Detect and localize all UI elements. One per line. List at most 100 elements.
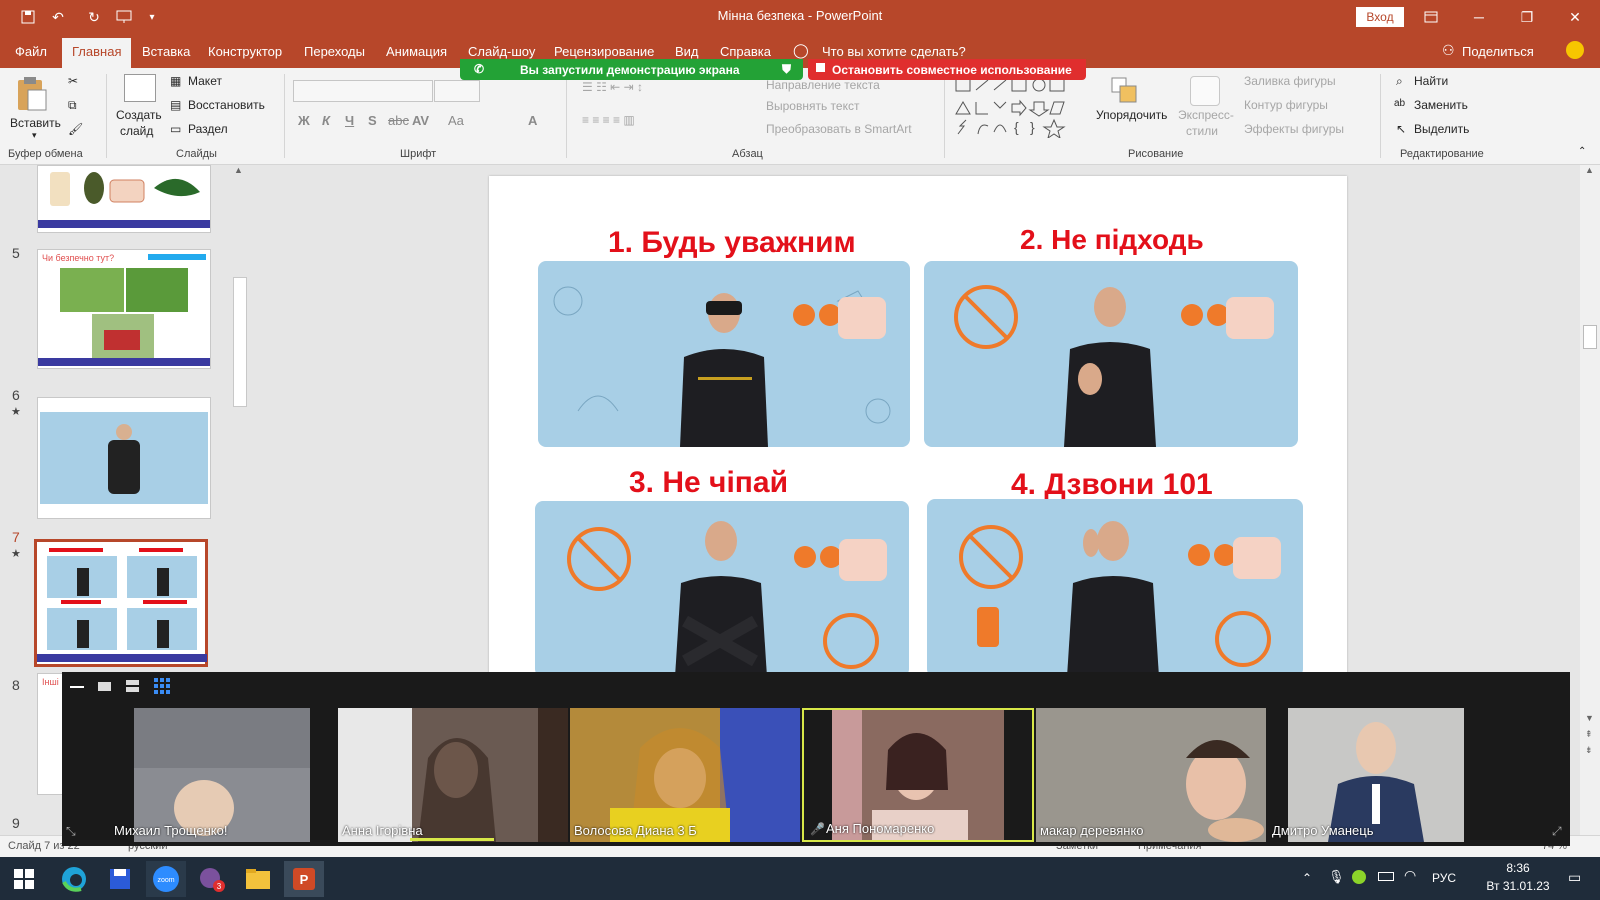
layout-button[interactable]: Макет [188,74,222,88]
italic-icon[interactable]: К [322,113,330,128]
participant-video[interactable]: Волосова Диана 3 Б [570,708,800,842]
stop-sharing-button[interactable]: Остановить совместное использование [808,59,1086,80]
font-color-icon[interactable]: A [528,113,537,128]
share-button[interactable]: Поделиться [1462,44,1534,59]
bullets-icon[interactable]: ☰ ☷ ⇤ ⇥ ↕ [582,80,643,94]
slide-thumbnail-5[interactable]: Чи безпечно тут? [37,249,211,369]
text-direction-button[interactable]: Направление текста [766,78,880,92]
find-button[interactable]: Найти [1414,74,1448,88]
shadow-icon[interactable]: S [368,113,377,128]
scroll-thumb[interactable] [1583,325,1597,349]
shape-fill-button[interactable]: Заливка фигуры [1244,74,1336,88]
single-view-icon[interactable] [98,682,111,691]
tab-transitions[interactable]: Переходы [304,44,365,59]
close-icon[interactable]: ✕ [1552,0,1598,34]
screen-share-banner[interactable]: ✆ Вы запустили демонстрацию экрана ⛊ [460,59,803,80]
tab-review[interactable]: Рецензирование [554,44,654,59]
clock-date[interactable]: Вт 31.01.23 [1468,879,1568,893]
slide-thumbnail-7-selected[interactable] [34,539,208,667]
align-text-button[interactable]: Выровнять текст [766,99,859,113]
shape-outline-button[interactable]: Контур фигуры [1244,98,1328,112]
tab-insert[interactable]: Вставка [142,44,190,59]
next-slide-icon[interactable]: ⇟ [1585,745,1593,756]
tab-home[interactable]: Главная [62,38,132,68]
slide-thumbnail-6[interactable] [37,397,211,519]
restore-icon[interactable]: ❐ [1504,0,1550,34]
tell-me-input[interactable]: Что вы хотите сделать? [822,44,966,59]
smartart-button[interactable]: Преобразовать в SmartArt [766,122,912,136]
tab-slideshow[interactable]: Слайд-шоу [468,44,535,59]
scroll-up-icon[interactable]: ▲ [1585,165,1594,175]
viber-app-icon[interactable]: 3 [192,861,232,897]
scroll-down-icon[interactable]: ▼ [1585,713,1594,723]
char-spacing-icon[interactable]: AV [412,113,429,128]
ribbon-display-icon[interactable] [1408,0,1454,34]
save-app-icon[interactable] [100,861,140,897]
participant-video[interactable]: Анна Ігорівна [338,708,568,842]
tab-design[interactable]: Конструктор [208,44,282,59]
participant-video[interactable]: макар деревянко [1036,708,1266,842]
shape-effects-button[interactable]: Эффекты фигуры [1244,122,1344,136]
arrange-button[interactable]: Упорядочить [1096,108,1167,122]
underline-icon[interactable]: Ч [345,113,354,128]
replace-button[interactable]: Заменить [1414,98,1468,112]
shapes-gallery[interactable]: {} [954,76,1082,140]
arrange-icon[interactable] [1110,76,1140,106]
reset-button[interactable]: Восстановить [188,98,265,112]
bold-icon[interactable]: Ж [298,113,310,128]
strip-view-icon[interactable] [126,680,139,692]
login-button[interactable]: Вход [1356,7,1404,27]
input-language[interactable]: РУС [1432,871,1456,885]
quick-styles-icon[interactable] [1190,76,1220,106]
powerpoint-app-icon[interactable]: P [284,861,324,897]
quick-styles-line1[interactable]: Экспресс- [1178,108,1234,122]
show-hidden-icons-icon[interactable]: ⌃ [1302,871,1312,885]
battery-icon[interactable] [1378,872,1394,881]
editor-scrollbar[interactable]: ▲ ▼ ⇞ ⇟ [1580,165,1600,835]
font-size-input[interactable] [434,80,480,102]
smiley-icon[interactable] [1566,41,1584,59]
cut-icon[interactable]: ✂ [68,74,78,88]
participant-video-active-speaker[interactable]: 🎤 Аня Пономаренко [802,708,1034,842]
tab-help[interactable]: Справка [720,44,771,59]
tab-view[interactable]: Вид [675,44,699,59]
section-button[interactable]: Раздел [188,122,228,136]
notifications-icon[interactable]: ▭ [1568,869,1581,886]
new-slide-button-line1[interactable]: Создать [116,108,162,122]
wifi-icon[interactable]: ◠ [1404,867,1416,884]
resize-handle-left-icon[interactable]: ⤡ [66,824,76,839]
change-case-icon[interactable]: Aa [448,113,464,128]
microphone-icon[interactable]: 🎙 [1328,869,1345,885]
new-slide-icon[interactable] [124,74,156,102]
font-name-input[interactable] [293,80,433,102]
copy-icon[interactable]: ⧉ [68,98,77,113]
file-explorer-icon[interactable] [238,861,278,897]
scroll-up-icon[interactable]: ▲ [234,165,243,175]
tab-animation[interactable]: Анимация [386,44,447,59]
slide-thumbnail-4[interactable] [37,165,211,233]
paste-button[interactable]: Вставить [10,116,61,130]
align-icons[interactable]: ≡ ≡ ≡ ≡ ▥ [582,113,635,127]
new-slide-button-line2[interactable]: слайд [120,124,153,138]
participant-video[interactable]: Дмитро Уманець [1268,708,1498,842]
collapse-ribbon-icon[interactable]: ⌃ [1578,146,1586,157]
prev-slide-icon[interactable]: ⇞ [1585,729,1593,740]
edge-browser-icon[interactable] [54,861,94,897]
minimize-strip-icon[interactable] [70,686,84,688]
scroll-thumb[interactable] [233,277,247,407]
strikethrough-icon[interactable]: abc [388,113,409,128]
grid-view-icon[interactable] [154,678,170,694]
paste-icon[interactable] [14,76,48,112]
windows-start-icon[interactable] [4,861,44,897]
tab-file[interactable]: Файл [15,44,47,59]
resize-handle-right-icon[interactable]: ⤢ [1552,824,1562,839]
paste-dropdown-icon[interactable]: ▾ [32,130,37,141]
format-painter-icon[interactable]: 🖌 [68,122,83,136]
current-slide[interactable]: 1. Будь уважним 2. Не підходь 3. Не чіпа… [489,176,1347,676]
clock-time[interactable]: 8:36 [1488,861,1548,875]
security-status-icon[interactable] [1352,870,1366,884]
zoom-app-icon[interactable]: zoom [146,861,186,897]
minimize-icon[interactable]: ─ [1456,0,1502,34]
quick-styles-line2[interactable]: стили [1186,124,1218,138]
select-button[interactable]: Выделить [1414,122,1469,136]
